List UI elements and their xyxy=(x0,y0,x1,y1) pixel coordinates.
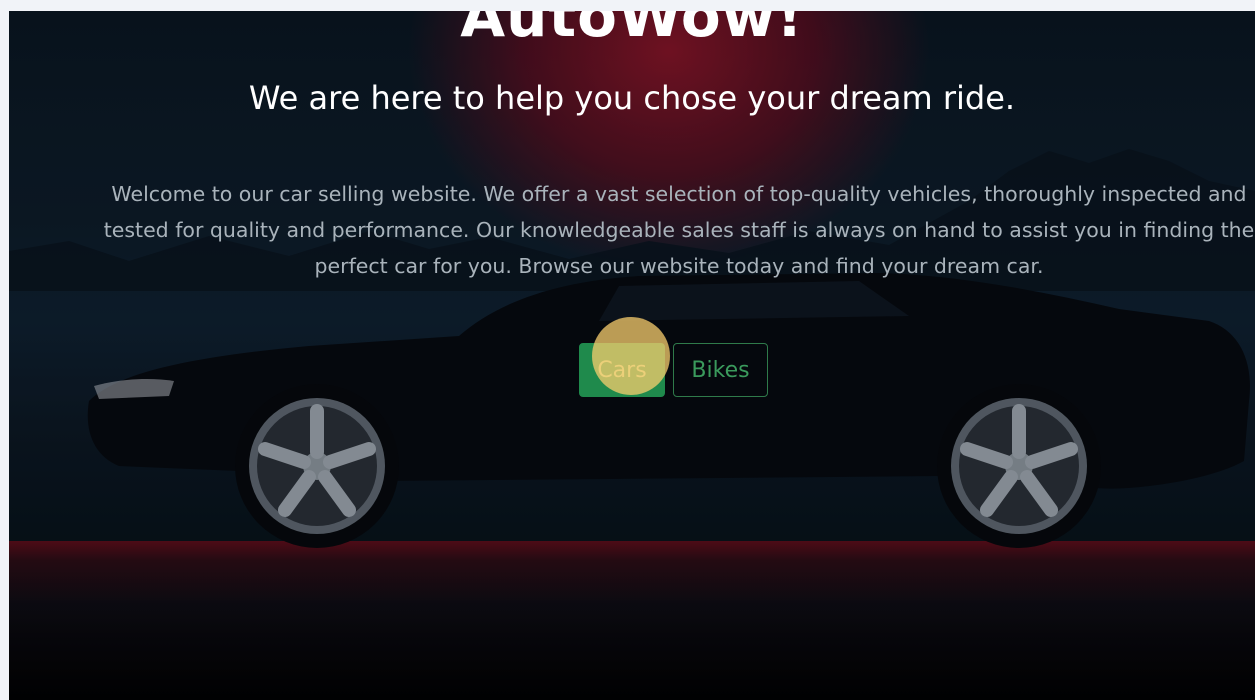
site-title: AutoWow! xyxy=(460,11,804,50)
browser-viewport: AutoWow! We are here to help you chose y… xyxy=(9,11,1255,700)
intro-line: tested for quality and performance. Our … xyxy=(103,218,1255,242)
intro-paragraph: Welcome to our car selling website. We o… xyxy=(59,176,1255,284)
bikes-button[interactable]: Bikes xyxy=(673,343,768,397)
intro-line: perfect car for you. Browse our website … xyxy=(314,254,1044,278)
cars-button[interactable]: Cars xyxy=(579,343,665,397)
intro-line: Welcome to our car selling website. We o… xyxy=(111,182,1247,206)
hero-subtitle: We are here to help you chose your dream… xyxy=(248,79,1016,117)
hero-content: AutoWow! We are here to help you chose y… xyxy=(9,11,1255,700)
